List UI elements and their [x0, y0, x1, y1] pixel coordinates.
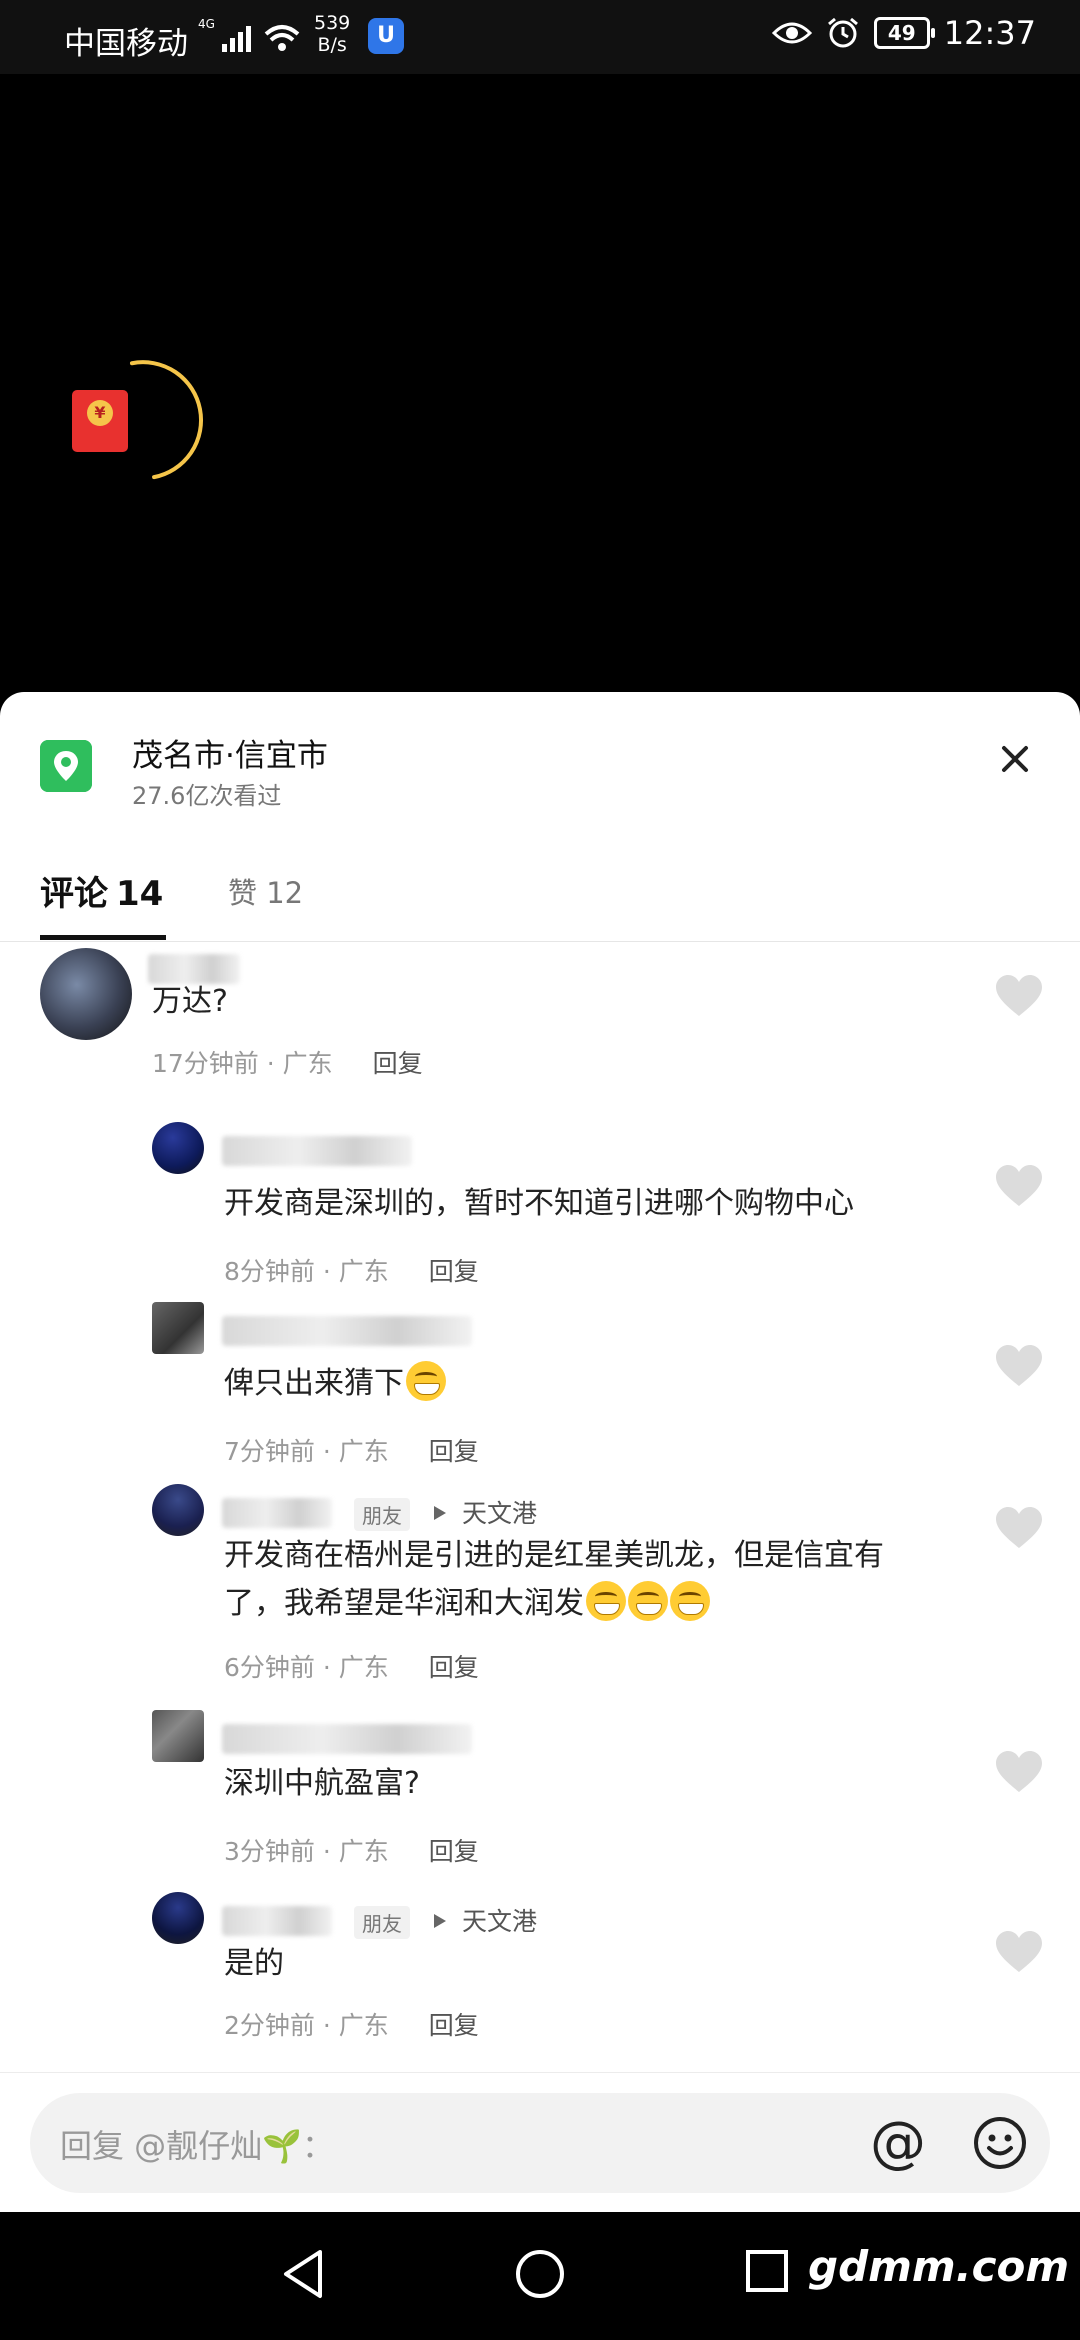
avatar[interactable]	[152, 1302, 204, 1354]
username-blurred[interactable]	[222, 1724, 472, 1754]
system-nav-bar: gdmm.com	[0, 2212, 1080, 2340]
svg-text:4G: 4G	[198, 17, 215, 31]
comment-meta: 17分钟前 · 广东 回复	[152, 1049, 423, 1078]
play-triangle-icon	[434, 1914, 446, 1928]
back-icon[interactable]	[280, 2248, 330, 2300]
location-pin-icon	[40, 740, 92, 792]
username-blurred[interactable]	[222, 1136, 412, 1166]
net-speed: 539 B/s	[314, 12, 351, 56]
avatar[interactable]	[40, 948, 132, 1040]
like-heart-icon[interactable]	[994, 1506, 1044, 1550]
reply-button[interactable]: 回复	[429, 1653, 479, 1682]
username-blurred[interactable]	[222, 1498, 332, 1528]
alarm-icon	[827, 17, 858, 48]
like-heart-icon[interactable]	[994, 1930, 1044, 1974]
app-notification-icon: U	[368, 18, 404, 54]
comment-text: 开发商是深圳的，暂时不知道引进哪个购物中心	[224, 1186, 854, 1221]
tab-bar: 评论 14 赞 12	[0, 842, 1080, 942]
username-blurred[interactable]	[222, 1906, 332, 1936]
emoji-picker-icon[interactable]	[970, 2113, 1030, 2173]
status-bar: 中国移动 4G 539 B/s U 49 12:37	[0, 0, 1080, 74]
comment-text-line2: 了，我希望是华润和大润发	[224, 1580, 710, 1628]
comment-text: 是的	[224, 1946, 284, 1981]
reply-button[interactable]: 回复	[429, 1437, 479, 1466]
comment-text-line1: 开发商在梧州是引进的是红星美凯龙，但是信宜有	[224, 1538, 884, 1573]
reply-input-area: 回复 @靓仔灿🌱： @	[0, 2072, 1080, 2212]
avatar[interactable]	[152, 1122, 204, 1174]
place-tag[interactable]: 天文港	[462, 1902, 537, 1938]
red-packet-progress-ring	[129, 360, 203, 480]
comment-text: 深圳中航盈富?	[224, 1766, 420, 1801]
comment-text: 俾只出来猜下	[224, 1360, 446, 1408]
watermark: gdmm.com	[808, 2242, 1070, 2291]
reply-button[interactable]: 回复	[429, 2011, 479, 2040]
like-heart-icon[interactable]	[994, 1344, 1044, 1388]
comment-text: 万达?	[152, 984, 228, 1019]
reply-input[interactable]: 回复 @靓仔灿🌱： @	[30, 2093, 1050, 2193]
like-heart-icon[interactable]	[994, 1750, 1044, 1794]
avatar[interactable]	[152, 1484, 204, 1536]
tab-active-indicator	[40, 935, 166, 940]
grin-emoji-icon	[670, 1581, 710, 1621]
comment-meta: 3分钟前 · 广东 回复	[224, 1837, 479, 1866]
comment-meta: 7分钟前 · 广东 回复	[224, 1437, 479, 1466]
reply-button[interactable]: 回复	[373, 1049, 423, 1078]
comment-sheet: 茂名市·信宜市 27.6亿次看过 评论 14 赞 12 万达? 17分钟前 · 广…	[0, 692, 1080, 2212]
mention-at-icon[interactable]: @	[868, 2113, 928, 2173]
comment-meta: 2分钟前 · 广东 回复	[224, 2011, 479, 2040]
place-tag[interactable]: 天文港	[462, 1494, 537, 1530]
clock: 12:37	[943, 14, 1036, 52]
signal-wifi-icon: 4G	[198, 17, 300, 52]
grin-emoji-icon	[406, 1361, 446, 1401]
username-blurred[interactable]	[222, 1316, 472, 1346]
grin-emoji-icon	[628, 1581, 668, 1621]
comment-meta: 8分钟前 · 广东 回复	[224, 1257, 479, 1286]
reply-button[interactable]: 回复	[429, 1837, 479, 1866]
location-views: 27.6亿次看过	[132, 782, 282, 810]
friend-tag: 朋友	[354, 1498, 410, 1531]
home-icon[interactable]	[514, 2248, 566, 2300]
carrier-label: 中国移动	[64, 26, 188, 62]
grin-emoji-icon	[586, 1581, 626, 1621]
video-area[interactable]: ¥	[0, 74, 1080, 694]
tab-comments[interactable]: 评论 14	[40, 866, 163, 915]
location-title[interactable]: 茂名市·信宜市	[132, 730, 328, 775]
reply-input-placeholder: 回复 @靓仔灿🌱：	[60, 2127, 335, 2165]
recent-apps-icon[interactable]	[744, 2248, 790, 2294]
avatar[interactable]	[152, 1710, 204, 1762]
reply-button[interactable]: 回复	[429, 1257, 479, 1286]
eye-icon	[771, 22, 812, 44]
battery-indicator: 49	[873, 17, 935, 49]
friend-tag: 朋友	[354, 1906, 410, 1939]
close-icon[interactable]	[990, 734, 1040, 784]
avatar[interactable]	[152, 1892, 204, 1944]
tab-likes[interactable]: 赞 12	[228, 870, 303, 912]
play-triangle-icon	[434, 1506, 446, 1520]
like-heart-icon[interactable]	[994, 974, 1044, 1018]
like-heart-icon[interactable]	[994, 1164, 1044, 1208]
comment-meta: 6分钟前 · 广东 回复	[224, 1653, 479, 1682]
